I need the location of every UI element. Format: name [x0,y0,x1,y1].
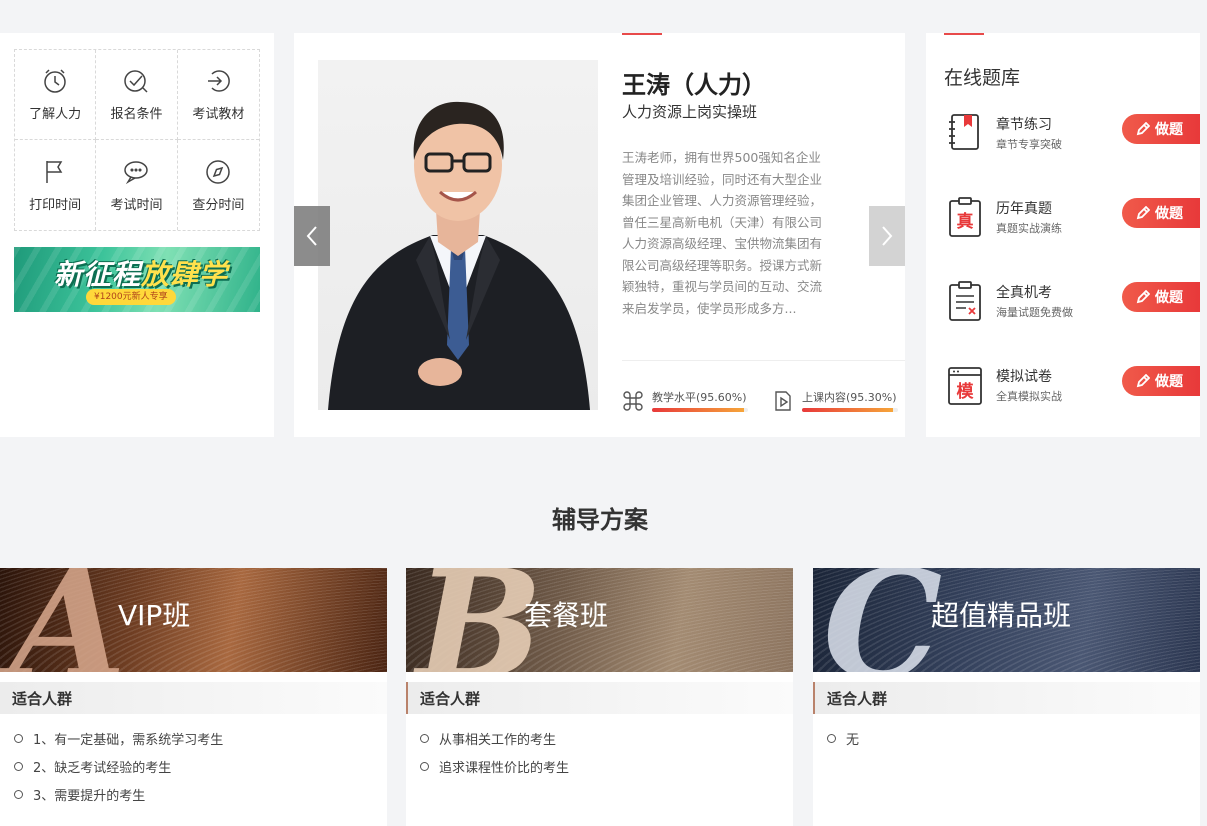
do-questions-button[interactable]: 做题 [1122,198,1200,228]
teacher-bio: 王涛老师，拥有世界500强知名企业管理及培训经验，同时还有大型企业集团企业管理、… [622,150,823,316]
do-questions-button[interactable]: 做题 [1122,366,1200,396]
chat-icon [124,160,149,184]
clock-icon [44,69,66,93]
login-icon [208,70,231,92]
quick-link-textbooks[interactable]: 考试教材 [177,50,259,140]
quick-link-print-time[interactable]: 打印时间 [15,140,97,230]
quick-link-about[interactable]: 了解人力 [15,50,97,140]
exam-sheet-icon [949,281,981,321]
plan-letter: A [10,568,127,672]
bank-item-desc: 全真模拟实战 [996,390,1062,403]
bank-item-name: 历年真题 [996,201,1052,217]
bank-item-name: 章节练习 [996,117,1052,133]
list-item: 1、有一定基础，需系统学习考生 [14,724,387,752]
notebook-icon [949,114,979,150]
plan-name: VIP班 [118,599,191,632]
plan-audience-list: 1、有一定基础，需系统学习考生 2、缺乏考试经验的考生 3、需要提升的考生 [0,714,387,808]
clipboard-zhen-icon: 真 [949,197,981,237]
list-item: 3、需要提升的考生 [14,780,387,808]
promo-title: 新征程放肆学 [54,258,229,291]
pencil-icon [1136,206,1150,220]
do-questions-button[interactable]: 做题 [1122,282,1200,312]
teacher-portrait [328,101,590,410]
quick-link-label: 报名条件 [110,107,163,122]
rating-bar-fill [802,408,894,412]
plan-letter: C [823,568,943,672]
list-item: 无 [827,724,1200,752]
quick-links-grid: 了解人力 报名条件 考试教材 打印时间 考试时间 查分时间 [14,49,260,231]
plan-name: 超值精品班 [931,599,1072,632]
teacher-photo [318,60,598,410]
quick-link-exam-time[interactable]: 考试时间 [96,140,178,230]
question-bank-panel: 在线题库 章节练习 章节专享突破 做题 真 历年真题 真题实战演练 做题 全真机… [926,33,1200,437]
plan-card-package[interactable]: B 套餐班 适合人群 从事相关工作的考生 追求课程性价比的考生 [406,568,793,826]
quick-link-label: 考试时间 [110,197,163,213]
svg-text:真: 真 [957,211,974,232]
bank-item-simulation: 模 模拟试卷 全真模拟实战 做题 [946,364,1200,414]
plan-audience-list: 无 [813,714,1200,752]
bank-item-desc: 真题实战演练 [996,222,1062,235]
browser-mo-icon: 模 [948,367,982,405]
flag-icon [46,160,63,183]
promo-banner[interactable]: 新征程放肆学 ¥1200元新人专享 [14,247,260,312]
bank-item-name: 模拟试卷 [996,369,1052,385]
quick-link-label: 考试教材 [192,107,245,122]
svg-text:模: 模 [957,381,975,402]
plan-audience-heading: 适合人群 [0,682,387,714]
quick-link-score-time[interactable]: 查分时间 [178,140,259,230]
bank-title: 在线题库 [944,67,1021,89]
plan-banner: A VIP班 [0,568,387,672]
plan-banner: B 套餐班 [406,568,793,672]
section-title: 辅导方案 [552,506,648,534]
play-doc-icon [775,390,791,411]
rating-label: 教学水平(95.60%) [652,391,747,404]
plan-audience-list: 从事相关工作的考生 追求课程性价比的考生 [406,714,793,780]
list-item: 2、缺乏考试经验的考生 [14,752,387,780]
teacher-name: 王涛（人力） [622,71,766,99]
chevron-left-icon [306,226,317,246]
list-item: 追求课程性价比的考生 [420,752,793,780]
rating-teaching: 教学水平(95.60%) [622,389,748,412]
rating-bar [802,408,898,412]
pencil-icon [1136,122,1150,136]
carousel-prev-button[interactable] [294,206,330,266]
bank-item-name: 全真机考 [996,285,1052,301]
command-icon [623,390,643,411]
pencil-icon [1136,374,1150,388]
quick-links-panel: 了解人力 报名条件 考试教材 打印时间 考试时间 查分时间 新征程放肆学 ¥12… [0,33,274,437]
bank-item-desc: 海量试题免费做 [996,306,1073,319]
plan-audience-heading: 适合人群 [813,682,1200,714]
bank-item-chapter: 章节练习 章节专享突破 做题 [946,112,1200,162]
quick-link-requirements[interactable]: 报名条件 [96,50,178,140]
promo-subtitle: ¥1200元新人专享 [86,289,176,305]
bank-item-desc: 章节专享突破 [996,138,1062,151]
plan-card-vip[interactable]: A VIP班 适合人群 1、有一定基础，需系统学习考生 2、缺乏考试经验的考生 … [0,568,387,826]
plan-banner: C 超值精品班 [813,568,1200,672]
chevron-right-icon [882,226,893,246]
bank-item-past-exams: 真 历年真题 真题实战演练 做题 [946,196,1200,246]
plan-card-premium[interactable]: C 超值精品班 适合人群 无 [813,568,1200,826]
quick-link-label: 查分时间 [192,197,245,213]
do-questions-button[interactable]: 做题 [1122,114,1200,144]
bank-item-mock-computer: 全真机考 海量试题免费做 做题 [946,280,1200,330]
quick-link-label: 了解人力 [29,107,82,122]
pencil-icon [1136,290,1150,304]
rating-bar [652,408,748,412]
carousel-next-button[interactable] [869,206,905,266]
plan-audience-heading: 适合人群 [406,682,793,714]
quick-link-label: 打印时间 [29,197,82,213]
teacher-carousel: 王涛（人力） 人力资源上岗实操班 王涛老师，拥有世界500强知名企业管理及培训经… [294,33,905,437]
teacher-course: 人力资源上岗实操班 [622,103,758,121]
plan-name: 套餐班 [524,599,609,632]
list-item: 从事相关工作的考生 [420,724,793,752]
rating-bar-fill [652,408,744,412]
check-badge-icon [124,70,149,93]
rating-content: 上课内容(95.30%) [772,389,898,412]
compass-icon [206,159,231,184]
rating-label: 上课内容(95.30%) [802,391,897,404]
